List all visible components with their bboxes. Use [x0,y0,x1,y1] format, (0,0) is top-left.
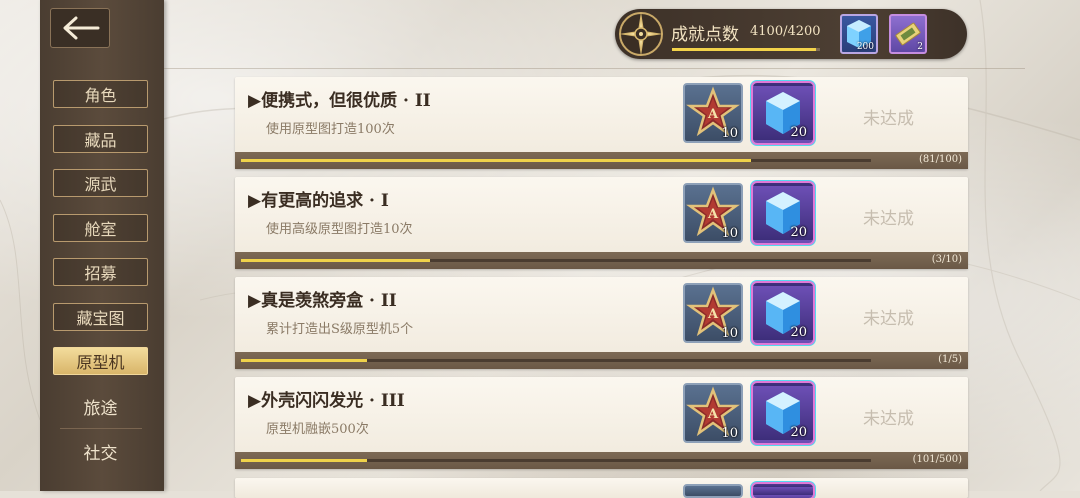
achievement-points-value: 4100/4200 [750,24,821,39]
achievement-progress-fill [241,159,752,162]
sidebar-item-cabin[interactable]: 舱室 [53,214,148,242]
achievement-progress-fill [241,459,367,462]
sidebar-item-prototype[interactable]: 原型机 [53,347,148,375]
achievement-progress-text: (81/100) [919,154,962,165]
reward-crystal[interactable]: 20 [753,383,813,443]
sidebar-item-collection[interactable]: 藏品 [53,125,148,153]
achievement-status: 未达成 [863,309,914,329]
achievement-progress-text: (1/5) [938,354,962,365]
achievement-progress-text: (101/500) [912,454,962,465]
achievement-progress-bar [241,459,871,462]
achievement-progress-text: (3/10) [931,254,962,265]
achievement-status: 未达成 [863,109,914,129]
achievement-status: 未达成 [863,209,914,229]
svg-text:A: A [707,107,719,122]
compass-emblem-icon [619,12,663,56]
achievement-description: 使用原型图打造100次 [266,122,395,137]
achievement-progress-bar [241,359,871,362]
currency-ticket-count: 2 [917,42,923,52]
achievement-status: 未达成 [863,409,914,429]
reward-badge-count: 10 [721,426,738,441]
arrow-left-icon [63,16,100,40]
sidebar-item-social[interactable]: 社交 [53,437,148,465]
achievement-card[interactable]: ▶便携式，但很优质 · II 使用原型图打造100次 A 10 20 未达成 (… [235,77,968,169]
achievement-progress-footer: (1/5) [235,352,968,369]
achievement-card[interactable]: ▶外壳闪闪发光 · III 原型机融嵌500次 A 10 20 未达成 (101… [235,377,968,469]
back-button[interactable] [50,8,110,48]
reward-crystal[interactable]: 20 [753,83,813,143]
achievement-description: 累计打造出S级原型机5个 [266,322,414,337]
reward-crystal[interactable]: 20 [753,183,813,243]
currency-ticket[interactable]: 2 [889,14,927,54]
currency-crystal[interactable]: 200 [840,14,878,54]
achievement-card-partial [235,478,968,498]
reward-crystal-count: 20 [790,425,807,440]
sidebar-item-treasure-map[interactable]: 藏宝图 [53,303,148,331]
reward-crystal-count: 20 [790,325,807,340]
achievement-description: 原型机融嵌500次 [266,422,369,437]
reward-crystal[interactable]: 20 [753,283,813,343]
achievement-description: 使用高级原型图打造10次 [266,222,413,237]
reward-crystal-partial [753,484,813,498]
reward-badge[interactable]: A 10 [683,383,743,443]
achievement-title: ▶有更高的追求 · I [248,191,389,211]
achievement-title: ▶便携式，但很优质 · II [248,91,431,111]
sidebar-item-recruit[interactable]: 招募 [53,258,148,286]
reward-crystal-count: 20 [790,225,807,240]
achievement-card[interactable]: ▶真是羡煞旁盒 · II 累计打造出S级原型机5个 A 10 20 未达成 (1… [235,277,968,369]
achievement-card[interactable]: ▶有更高的追求 · I 使用高级原型图打造10次 A 10 20 未达成 (3/… [235,177,968,269]
achievement-progress-fill [241,359,367,362]
sidebar-divider [60,428,142,429]
achievement-progress-footer: (81/100) [235,152,968,169]
sidebar-item-source-weapon[interactable]: 源武 [53,169,148,197]
reward-badge[interactable]: A 10 [683,183,743,243]
header-divider [164,68,1025,69]
achievement-points-bar [672,48,820,51]
achievement-points-label: 成就点数 [671,25,739,45]
achievement-title: ▶真是羡煞旁盒 · II [248,291,397,311]
achievement-progress-footer: (101/500) [235,452,968,469]
svg-text:A: A [707,407,719,422]
reward-crystal-count: 20 [790,125,807,140]
reward-badge-count: 10 [721,326,738,341]
reward-badge-count: 10 [721,226,738,241]
sidebar-item-journey[interactable]: 旅途 [53,392,148,420]
achievement-progress-fill [241,259,430,262]
reward-badge-partial [683,484,743,498]
achievement-progress-footer: (3/10) [235,252,968,269]
achievement-title: ▶外壳闪闪发光 · III [248,391,405,411]
achievement-progress-bar [241,159,871,162]
svg-text:A: A [707,307,719,322]
reward-badge[interactable]: A 10 [683,83,743,143]
currency-crystal-count: 200 [856,42,874,52]
sidebar-item-character[interactable]: 角色 [53,80,148,108]
reward-badge[interactable]: A 10 [683,283,743,343]
achievement-progress-bar [241,259,871,262]
svg-text:A: A [707,207,719,222]
reward-badge-count: 10 [721,126,738,141]
